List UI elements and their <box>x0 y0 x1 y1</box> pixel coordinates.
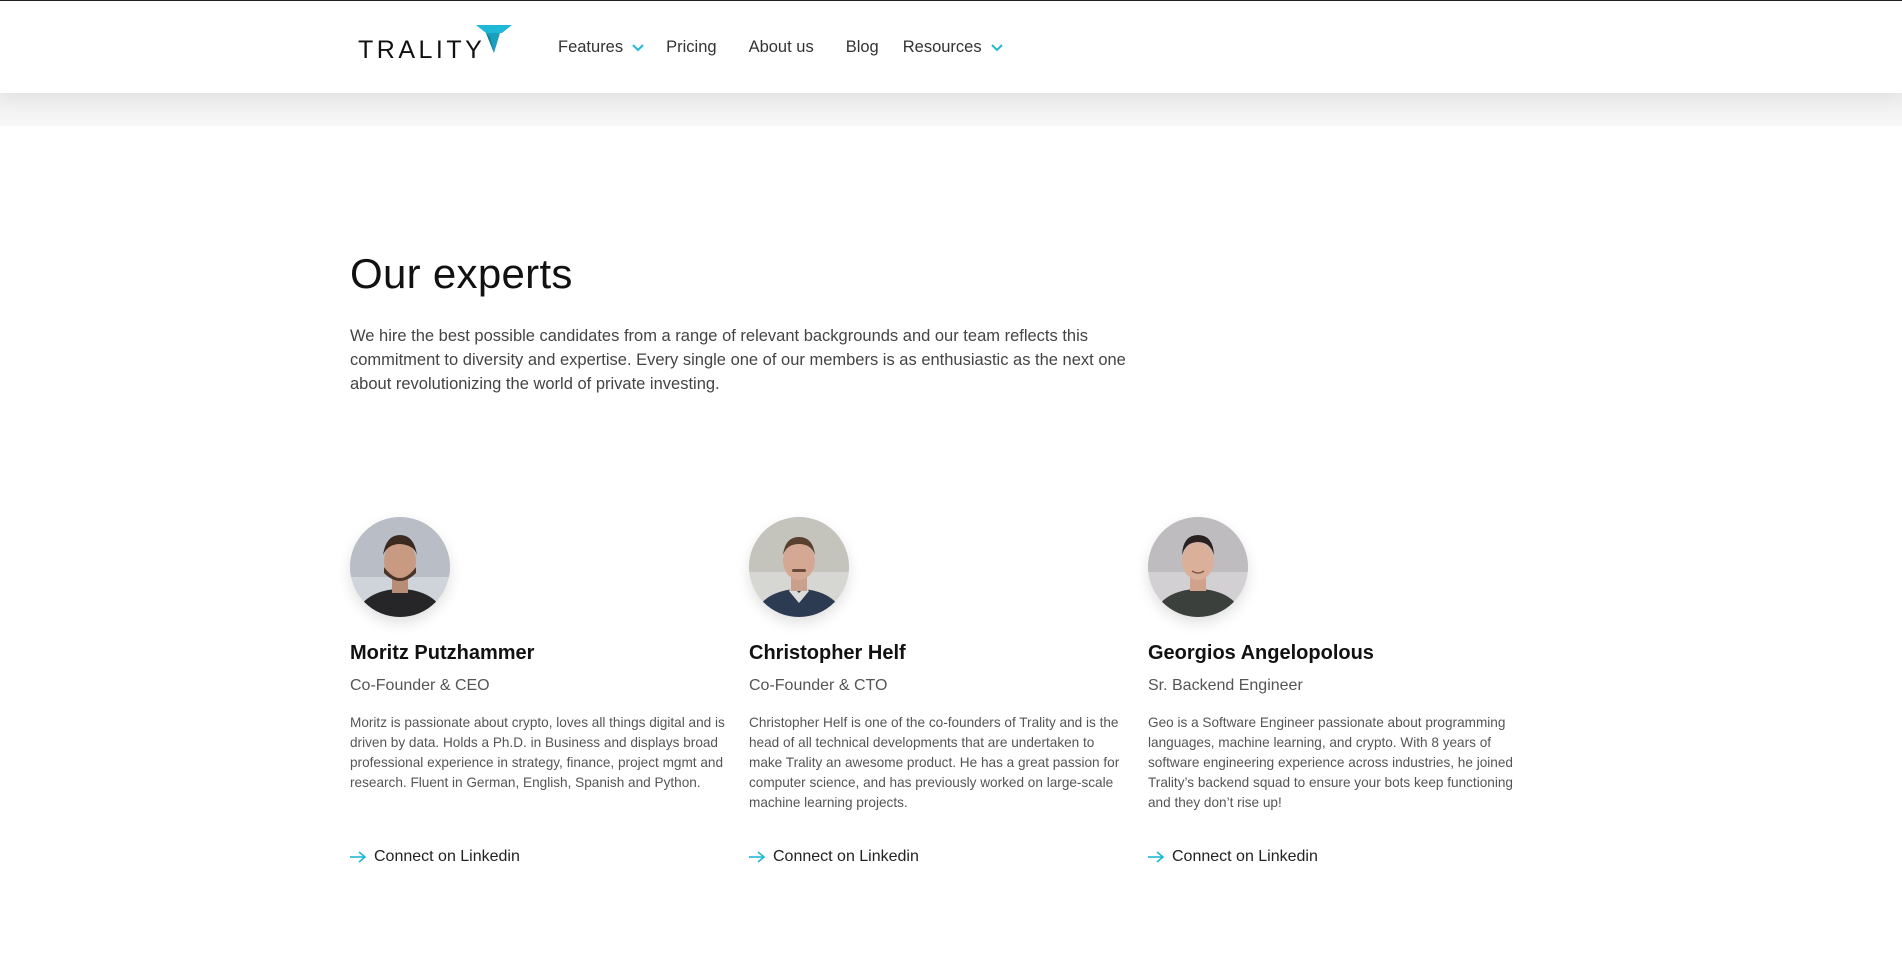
expert-role: Co-Founder & CEO <box>350 677 490 694</box>
expert-name: Moritz Putzhammer <box>350 642 535 664</box>
trality-logo[interactable]: TRALITY <box>358 21 518 64</box>
arrow-right-icon <box>350 851 366 863</box>
main-nav: Features Pricing About us Blog Resources <box>558 38 1003 57</box>
expert-card: Moritz Putzhammer Co-Founder & CEO Morit… <box>350 517 730 865</box>
nav-label-blog: Blog <box>845 38 879 56</box>
logo-wordmark: TRALITY <box>358 36 486 64</box>
linkedin-link-label: Connect on Linkedin <box>1172 848 1318 865</box>
expert-bio: Geo is a Software Engineer passionate ab… <box>1148 715 1513 810</box>
expert-card: Georgios Angelopolous Sr. Backend Engine… <box>1148 517 1528 865</box>
nav-item-features[interactable]: Features <box>558 38 644 57</box>
nav-item-pricing[interactable]: Pricing <box>666 38 716 57</box>
chevron-down-icon <box>990 43 1003 51</box>
expert-role: Co-Founder & CTO <box>749 677 888 694</box>
avatar <box>350 517 450 617</box>
arrow-right-icon <box>1148 851 1164 863</box>
nav-item-resources[interactable]: Resources <box>903 38 1003 57</box>
section-title: Our experts <box>350 250 573 297</box>
avatar <box>749 517 849 617</box>
linkedin-link[interactable]: Connect on Linkedin <box>749 848 919 866</box>
linkedin-link[interactable]: Connect on Linkedin <box>350 848 520 866</box>
header-shadow-band <box>0 93 1902 126</box>
expert-name: Georgios Angelopolous <box>1148 642 1374 664</box>
arrow-right-icon <box>749 851 765 863</box>
expert-name: Christopher Helf <box>749 642 906 664</box>
linkedin-link-label: Connect on Linkedin <box>374 848 520 865</box>
avatar-portrait-icon <box>350 517 450 617</box>
linkedin-link-label: Connect on Linkedin <box>773 848 919 865</box>
chevron-down-icon <box>632 43 644 51</box>
nav-label-resources: Resources <box>902 38 982 56</box>
avatar <box>1148 517 1248 617</box>
avatar-portrait-icon <box>1148 517 1248 617</box>
linkedin-link[interactable]: Connect on Linkedin <box>1148 848 1318 866</box>
section-intro: We hire the best possible candidates fro… <box>350 327 1126 393</box>
expert-bio: Moritz is passionate about crypto, loves… <box>350 715 725 790</box>
nav-label-about-us: About us <box>748 38 814 56</box>
nav-item-about-us[interactable]: About us <box>749 38 814 57</box>
expert-role: Sr. Backend Engineer <box>1148 677 1303 694</box>
nav-label-features: Features <box>558 38 624 56</box>
expert-bio: Christopher Helf is one of the co-founde… <box>749 715 1120 810</box>
logo-flag-icon <box>476 25 512 53</box>
nav-item-blog[interactable]: Blog <box>846 38 879 57</box>
nav-label-pricing: Pricing <box>666 38 717 56</box>
site-header: TRALITY Features Pricing About us Blog R… <box>0 1 1902 93</box>
avatar-portrait-icon <box>749 517 849 617</box>
expert-card: Christopher Helf Co-Founder & CTO Christ… <box>749 517 1129 865</box>
